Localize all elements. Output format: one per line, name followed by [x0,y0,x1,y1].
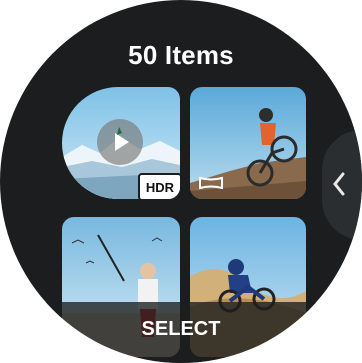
hdr-badge: HDR [137,173,180,199]
play-icon [115,127,129,151]
gallery-item-video[interactable]: HDR [62,87,180,199]
select-button[interactable]: SELECT [0,318,362,341]
gallery-item-panorama[interactable] [190,87,306,199]
page-title: 50 Items [128,40,234,70]
chevron-left-icon[interactable] [330,170,348,198]
watch-screen: 50 Items HDR SELECT [0,0,362,363]
panorama-icon [199,176,223,190]
play-button[interactable] [97,119,143,165]
